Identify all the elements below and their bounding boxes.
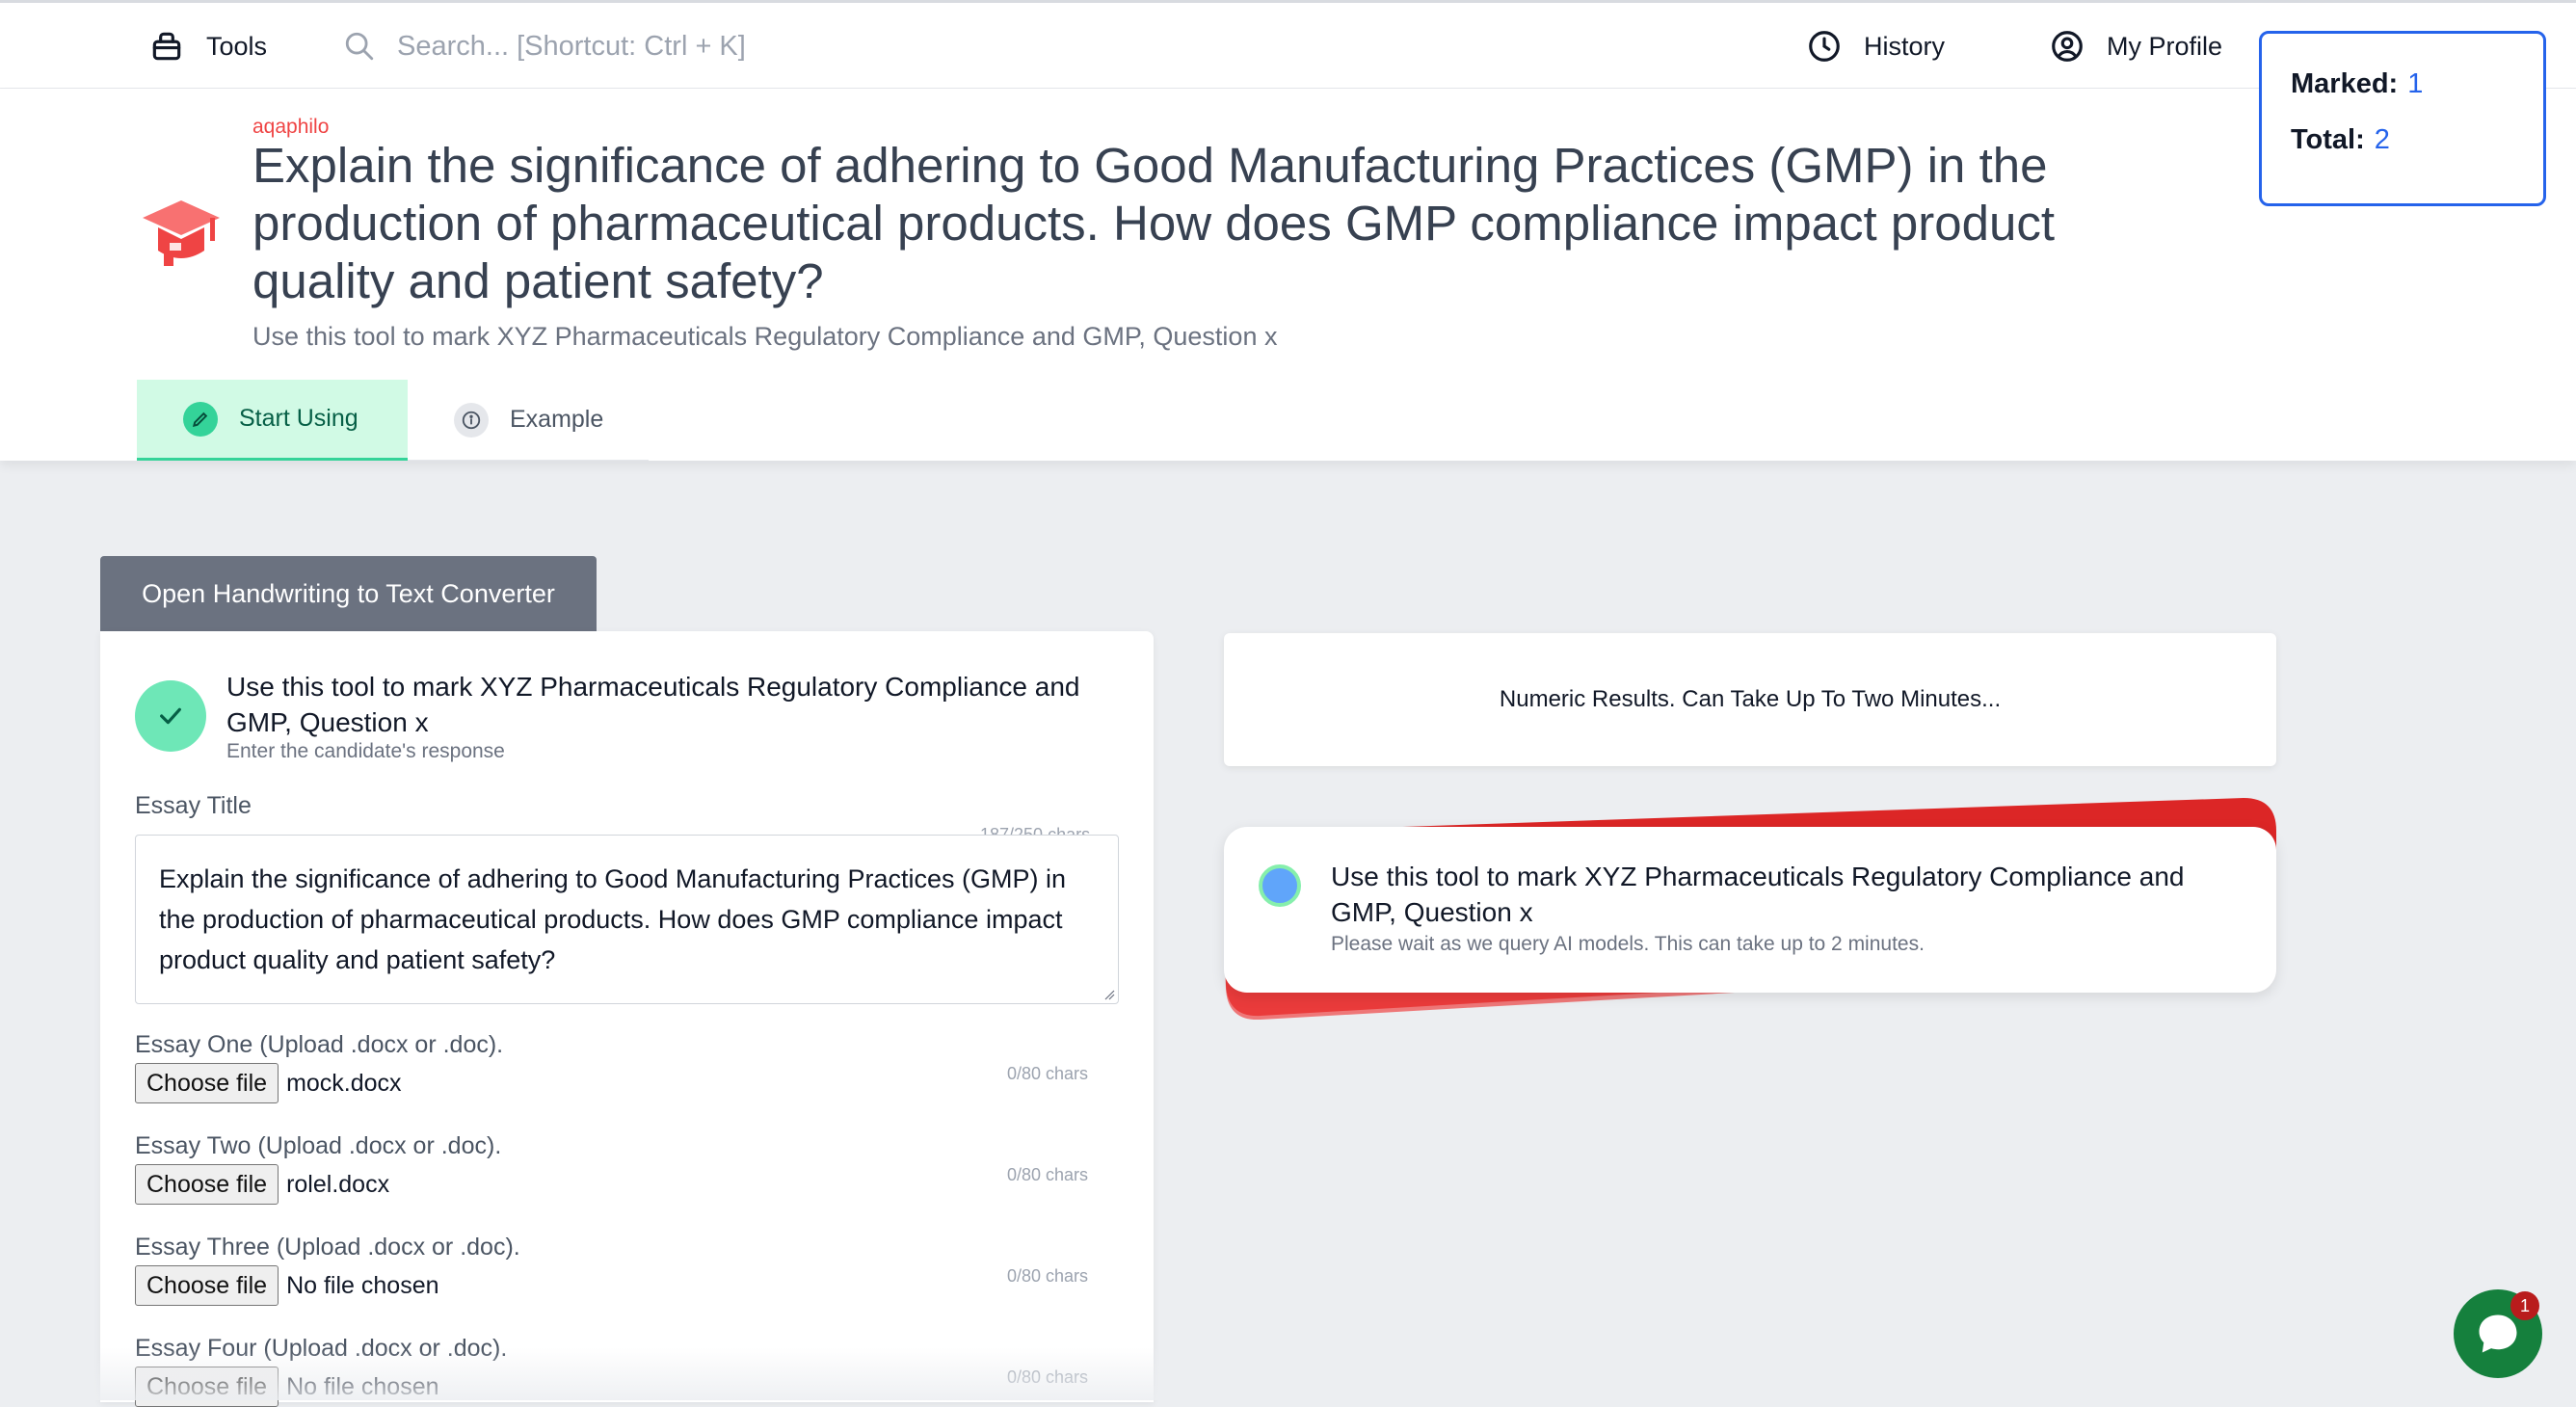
tab-start-using[interactable]: Start Using [137, 380, 408, 461]
status-subtitle: Please wait as we query AI models. This … [1331, 933, 1925, 955]
top-nav: Tools Search... [Shortcut: Ctrl + K] His… [0, 0, 2576, 89]
essay-title-value: Explain the significance of adhering to … [159, 864, 1066, 974]
essay-one-file-input: Choose file mock.docx [135, 1063, 402, 1103]
clock-icon [1809, 31, 1840, 62]
total-value: 2 [2374, 124, 2390, 155]
tab-label: Start Using [239, 405, 359, 432]
essay-two-counter: 0/80 chars [1007, 1165, 1089, 1184]
loading-spinner-icon [1259, 864, 1301, 907]
numeric-results-card: Numeric Results. Can Take Up To Two Minu… [1224, 633, 2276, 766]
resize-grip-icon[interactable] [1103, 989, 1115, 1000]
file-name: No file chosen [286, 1271, 439, 1299]
essay-three-counter: 0/80 chars [1007, 1266, 1089, 1286]
toolbox-icon [152, 32, 181, 61]
file-name: mock.docx [286, 1069, 402, 1097]
marked-total-popup: Marked: 1 Total: 2 [2259, 31, 2546, 206]
essay-three-label: Essay Three (Upload .docx or .doc). [135, 1234, 520, 1261]
essay-title-textarea[interactable]: Explain the significance of adhering to … [135, 835, 1119, 1004]
search-input[interactable]: Search... [Shortcut: Ctrl + K] [397, 31, 746, 63]
numeric-results-text: Numeric Results. Can Take Up To Two Minu… [1499, 686, 2002, 712]
brand-name: aqaphilo [252, 116, 330, 138]
marked-count: Marked: 1 [2291, 68, 2423, 100]
tab-example[interactable]: Example [408, 380, 649, 461]
status-title: Use this tool to mark XYZ Pharmaceutical… [1331, 862, 2185, 927]
essay-four-counter: 0/80 chars [1007, 1367, 1089, 1387]
profile-label: My Profile [2107, 31, 2223, 61]
tools-label: Tools [206, 31, 268, 61]
essay-four-label: Essay Four (Upload .docx or .doc). [135, 1335, 508, 1362]
check-icon [135, 680, 206, 752]
essay-one-counter: 0/80 chars [1007, 1064, 1089, 1083]
profile-nav-item[interactable]: My Profile [2049, 28, 2222, 65]
file-name: No file chosen [286, 1372, 439, 1400]
total-count: Total: 2 [2291, 124, 2390, 156]
choose-file-button[interactable]: Choose file [135, 1164, 279, 1205]
info-icon [454, 402, 489, 438]
tab-label: Example [510, 406, 604, 433]
marked-value: 1 [2407, 68, 2424, 99]
handwriting-converter-button[interactable]: Open Handwriting to Text Converter [100, 556, 597, 631]
history-nav-item[interactable]: History [1806, 28, 1945, 65]
search-icon [345, 32, 374, 61]
file-name: rolel.docx [286, 1170, 390, 1198]
chat-notification-badge: 1 [2510, 1291, 2539, 1320]
choose-file-button[interactable]: Choose file [135, 1367, 279, 1407]
essay-two-file-input: Choose file rolel.docx [135, 1164, 389, 1205]
essay-one-label: Essay One (Upload .docx or .doc). [135, 1031, 504, 1058]
essay-three-file-input: Choose file No file chosen [135, 1265, 439, 1306]
total-label: Total: [2291, 124, 2365, 155]
choose-file-button[interactable]: Choose file [135, 1265, 279, 1306]
user-circle-icon [2052, 31, 2083, 62]
form-title: Use this tool to mark XYZ Pharmaceutical… [226, 672, 1080, 737]
page-title: Explain the significance of adhering to … [252, 138, 2055, 308]
marked-label: Marked: [2291, 68, 2399, 99]
form-subtitle: Enter the candidate's response [226, 740, 505, 762]
tools-nav-item[interactable]: Tools [148, 28, 267, 65]
essay-two-label: Essay Two (Upload .docx or .doc). [135, 1132, 502, 1159]
graduation-cap-logo-icon [143, 200, 220, 266]
essay-title-label: Essay Title [135, 792, 252, 819]
essay-four-file-input: Choose file No file chosen [135, 1367, 439, 1407]
page-subtitle: Use this tool to mark XYZ Pharmaceutical… [252, 322, 1278, 351]
choose-file-button[interactable]: Choose file [135, 1063, 279, 1103]
pencil-icon [183, 401, 218, 437]
search-bar[interactable]: Search... [Shortcut: Ctrl + K] [343, 30, 746, 63]
history-label: History [1864, 31, 1946, 61]
